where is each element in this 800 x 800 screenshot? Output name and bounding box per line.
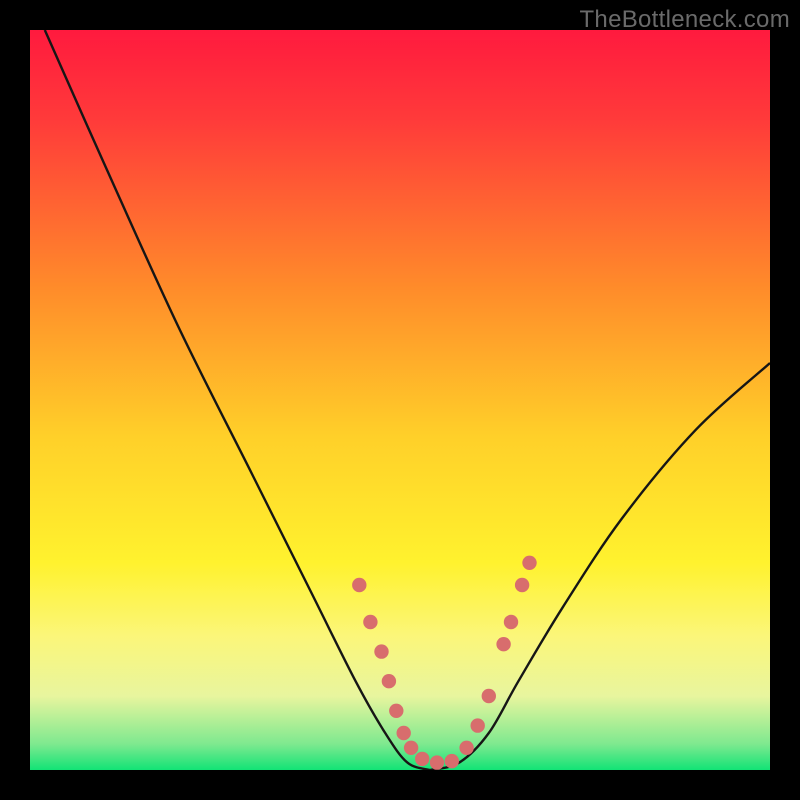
- curve-marker: [352, 578, 366, 592]
- curve-marker: [374, 644, 388, 658]
- curve-marker: [404, 741, 418, 755]
- curve-marker: [471, 718, 485, 732]
- curve-marker: [459, 741, 473, 755]
- marker-group: [352, 556, 537, 770]
- curve-marker: [504, 615, 518, 629]
- curve-marker: [397, 726, 411, 740]
- curve-marker: [389, 704, 403, 718]
- curve-marker: [515, 578, 529, 592]
- curve-marker: [363, 615, 377, 629]
- curve-left-branch: [45, 30, 430, 770]
- watermark-text: TheBottleneck.com: [579, 6, 790, 34]
- curve-marker: [445, 754, 459, 768]
- curve-marker: [496, 637, 510, 651]
- bottleneck-curve: [30, 30, 770, 770]
- curve-marker: [415, 752, 429, 766]
- curve-marker: [430, 755, 444, 769]
- curve-marker: [522, 556, 536, 570]
- curve-right-branch: [430, 363, 770, 770]
- curve-marker: [382, 674, 396, 688]
- curve-marker: [482, 689, 496, 703]
- chart-frame: [30, 30, 770, 770]
